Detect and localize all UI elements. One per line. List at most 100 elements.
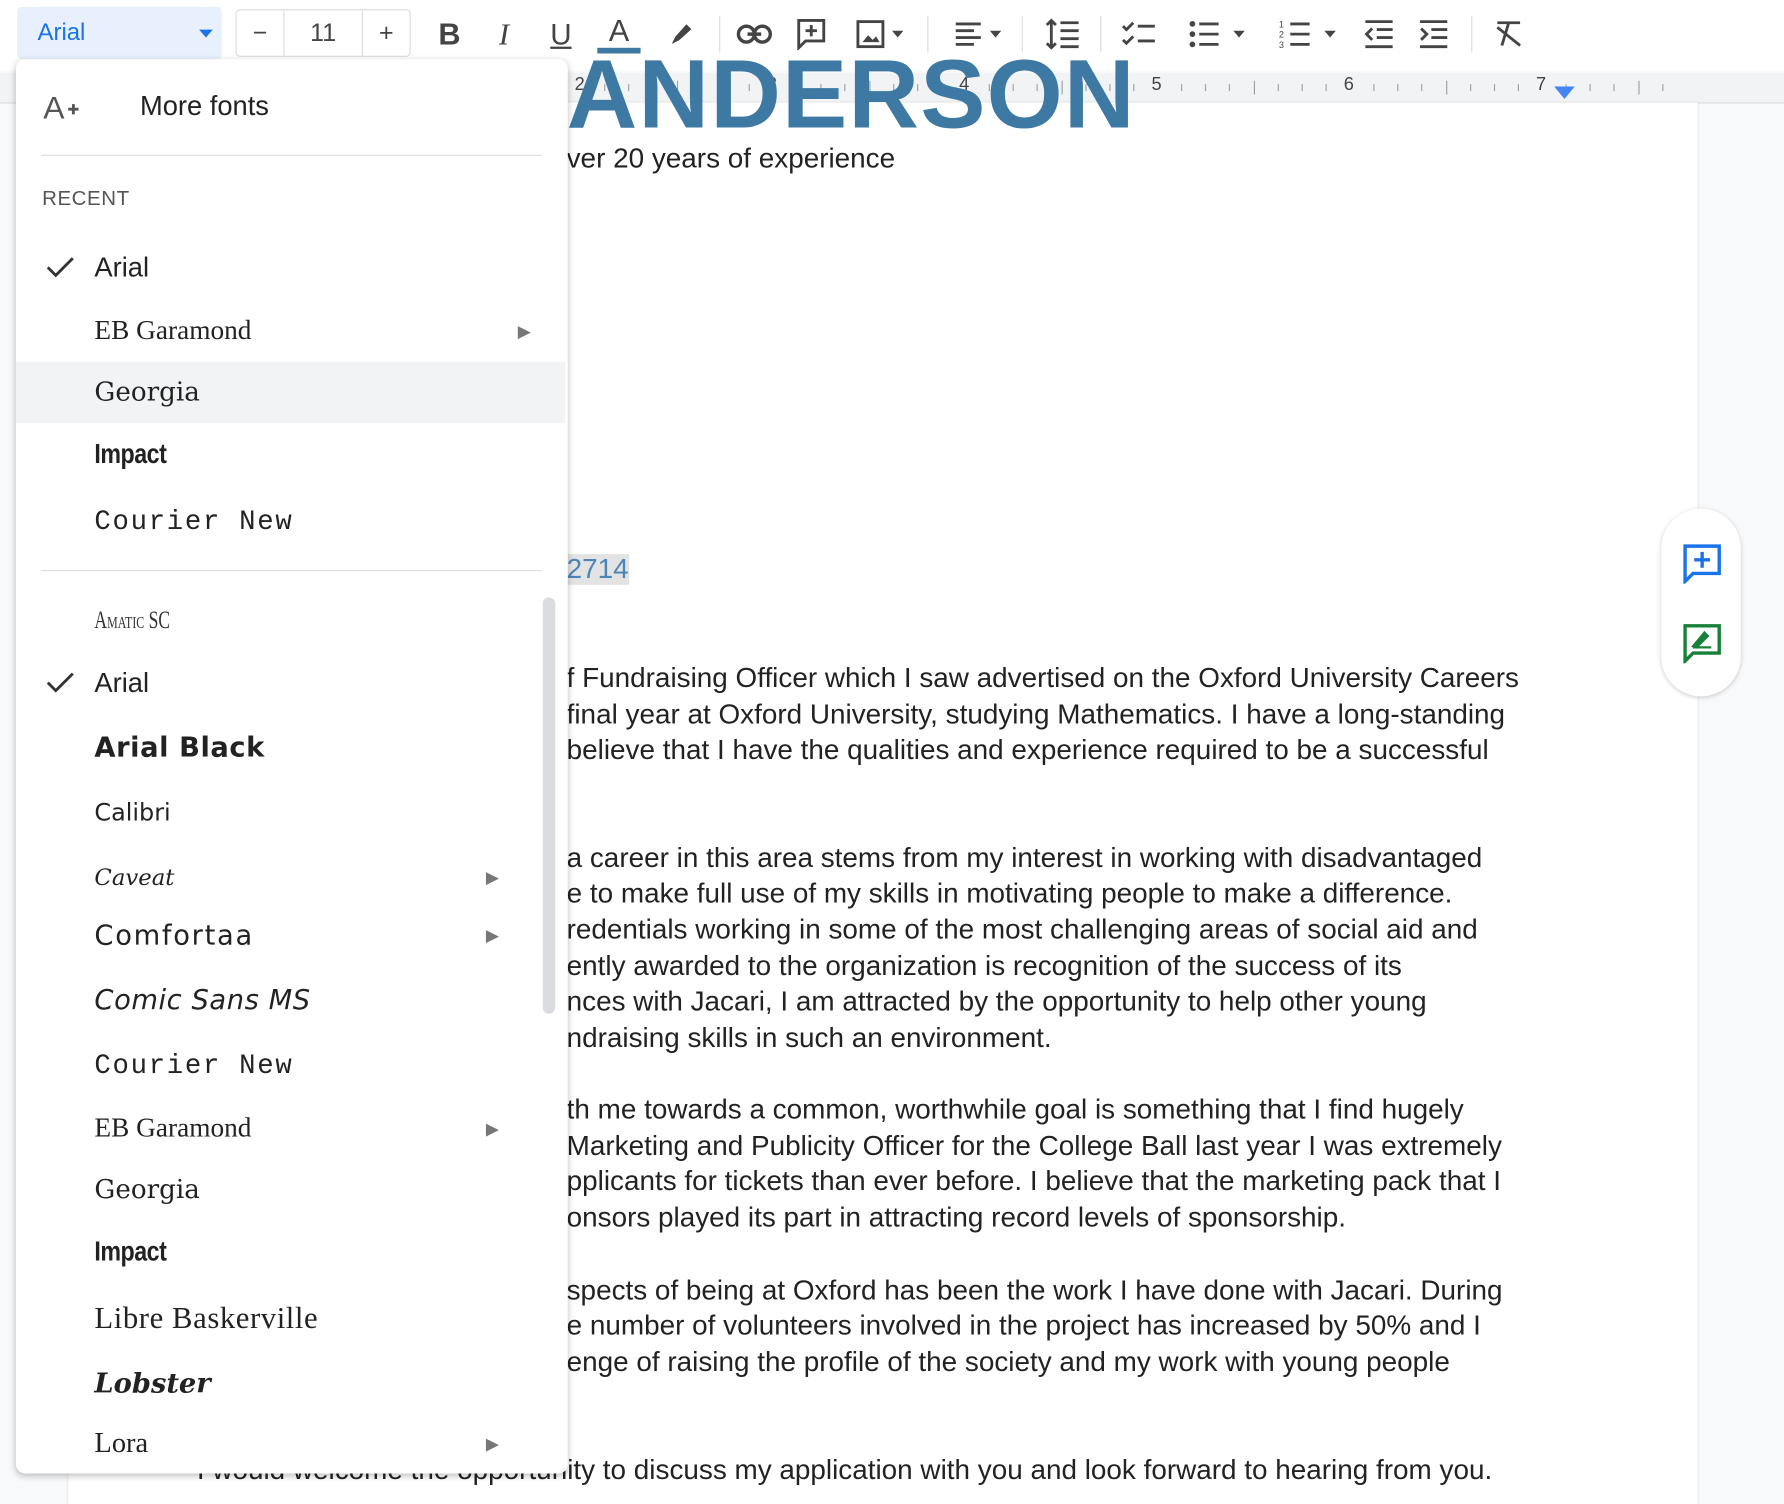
font-item-label: EB Garamond [94,1113,252,1143]
ruler-tick [1277,84,1279,92]
italic-button[interactable]: I [487,14,521,55]
font-item-label: Comic Sans MS [94,984,311,1017]
suggest-edit-icon [1683,624,1721,666]
add-comment-button[interactable] [1682,543,1723,590]
side-actions-panel [1661,508,1741,697]
font-item-label: Arial [94,667,150,699]
font-item[interactable]: Caveat ▶ [16,847,566,908]
clear-formatting-icon[interactable] [1491,14,1527,55]
document-heading: ANDERSON [566,39,1136,150]
font-item-label: Lora [94,1427,149,1459]
font-item-label: Lobster [94,1365,211,1399]
decrease-indent-icon[interactable] [1361,14,1397,55]
document-line: a career in this area stems from my inte… [566,843,1483,874]
font-size-input[interactable]: 11 [284,10,364,56]
font-item-label: Impact [94,1236,167,1268]
font-item[interactable]: Lora ▶ [16,1413,566,1473]
svg-text:3: 3 [1279,40,1284,50]
chevron-down-icon [199,29,213,38]
submenu-arrow-icon: ▶ [485,868,499,888]
font-item[interactable]: Georgia [16,1159,566,1220]
font-item-label: Courier New [94,506,294,538]
svg-text:2: 2 [1279,30,1284,40]
add-font-icon: A [43,89,79,131]
divider [40,570,542,572]
font-item[interactable]: Georgia [15,361,566,424]
font-item-label: Arial [94,252,150,284]
ruler-tick [1637,80,1640,95]
font-name: Arial [37,19,86,46]
font-item-label: EB Garamond [94,315,252,346]
document-line: redentials working in some of the most c… [566,914,1478,946]
document-subtitle: ver 20 years of experience [566,143,896,175]
submenu-arrow-icon: ▶ [485,1119,499,1139]
ruler-tick [1469,84,1471,92]
font-item-label: Arial Black [94,731,265,764]
svg-text:A: A [43,89,65,123]
document-line: pplicants for tickets than ever before. … [566,1166,1501,1197]
font-item[interactable]: Impact [16,1222,566,1283]
document-line: th me towards a common, worthwhile goal … [566,1094,1464,1126]
font-item[interactable]: EB Garamond ▶ [16,300,566,361]
document-line: ndraising skills in such an environment. [566,1022,1052,1054]
font-item-label: Courier New [94,1050,294,1082]
font-item-label: Georgia [94,1175,200,1205]
document-line: f Fundraising Officer which I saw advert… [566,663,1519,695]
font-item[interactable]: Arial [16,653,566,714]
ruler-tick [1589,84,1591,92]
numbered-list-icon: 123 [1279,19,1310,50]
add-comment-icon [1683,544,1721,586]
font-size-stepper: − 11 + [235,9,411,57]
font-item[interactable]: Impact [16,424,566,485]
font-item[interactable]: Libre Baskerville [16,1287,566,1348]
ruler-number: 7 [1536,75,1547,95]
divider [1471,15,1473,53]
increase-font-size-button[interactable]: + [363,10,410,56]
chevron-down-icon [1233,30,1245,38]
font-item[interactable]: Amatic SC [16,589,566,650]
font-item[interactable]: Comic Sans MS [16,969,566,1030]
decrease-font-size-button[interactable]: − [237,10,285,56]
ruler-tick [1517,84,1519,92]
bulleted-list-button[interactable] [1179,14,1254,55]
ruler-tick [1661,84,1664,92]
font-dropdown-menu: A More fonts RECENT Arial EB Garamond ▶ Geo… [15,59,568,1474]
document-line: spects of being at Oxford has been the w… [566,1275,1503,1307]
increase-indent-icon[interactable] [1415,14,1451,55]
font-item-label: Caveat [94,863,175,891]
font-item[interactable]: Arial Black [16,717,566,778]
ruler-tick [1301,84,1303,92]
font-item[interactable]: Arial [16,238,566,299]
font-item-label: Libre Baskerville [94,1299,319,1335]
ruler-tick [1229,84,1231,92]
document-line: believe that I have the qualities and ex… [566,735,1489,766]
font-item-label: Georgia [94,377,200,408]
font-item[interactable]: Comfortaa ▶ [16,905,566,966]
chevron-down-icon [989,30,1002,38]
suggest-edits-button[interactable] [1682,622,1723,669]
font-select[interactable]: Arial [17,6,222,60]
right-indent-marker[interactable] [1554,86,1575,99]
menu-scrollbar[interactable] [542,597,556,1014]
phone-number: 2714 [566,554,629,585]
font-item[interactable]: Courier New [16,492,566,553]
more-fonts-item[interactable]: A More fonts [16,75,566,139]
bold-button[interactable]: B [432,14,466,55]
font-item-label: Impact [94,439,167,470]
document-line: onsors played its part in attracting rec… [566,1202,1346,1234]
font-item[interactable]: Courier New [16,1035,566,1096]
ruler-number: 6 [1343,75,1354,95]
numbered-list-button[interactable]: 123 [1270,14,1345,55]
ruler-tick [1181,84,1183,92]
font-item[interactable]: EB Garamond ▶ [16,1098,566,1159]
font-item[interactable]: Calibri [16,782,566,843]
ruler-tick [1373,84,1375,92]
document-line: enge of raising the profile of the socie… [566,1347,1450,1378]
ruler-tick [1253,80,1255,95]
font-item[interactable]: Lobster [16,1352,566,1413]
check-icon [46,254,76,289]
ruler-tick [1421,84,1423,92]
submenu-arrow-icon: ▶ [485,1434,499,1455]
document-line: e number of volunteers involved in the p… [566,1310,1481,1342]
chevron-down-icon [892,30,904,38]
